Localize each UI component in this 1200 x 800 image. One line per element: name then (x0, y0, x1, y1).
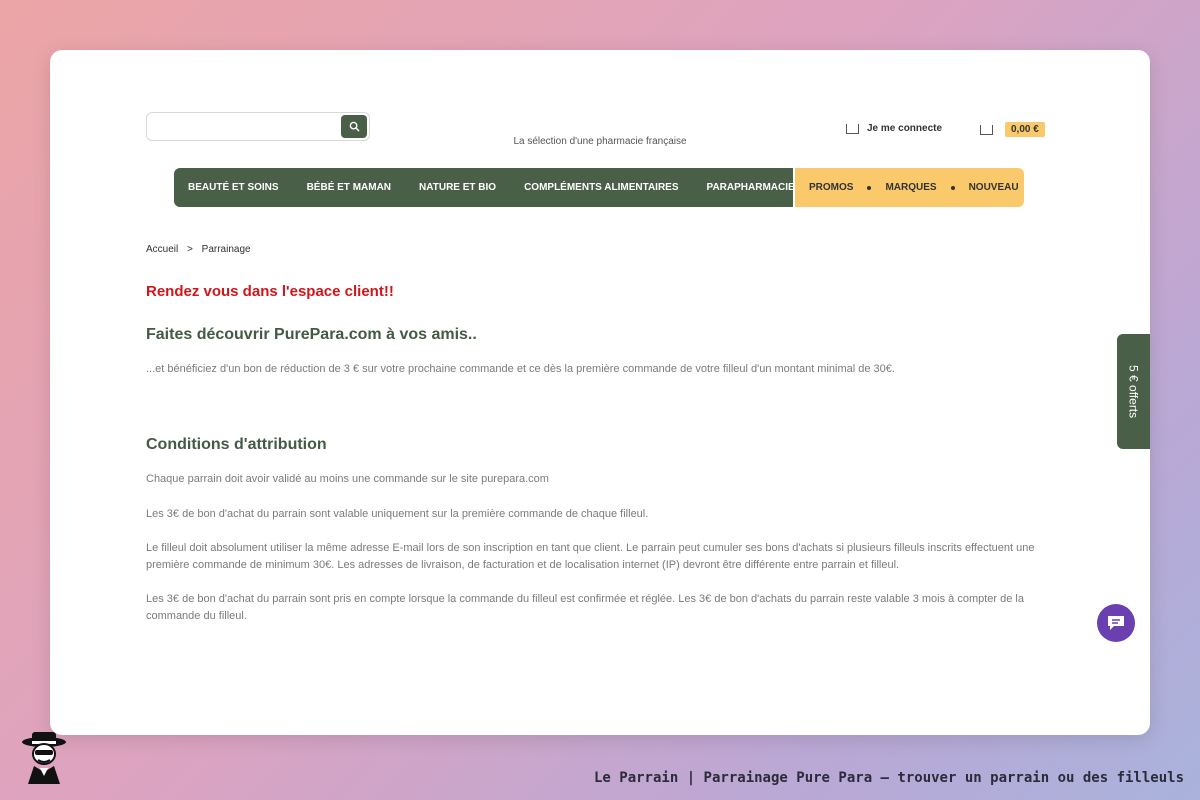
site-tagline: La sélection d'une pharmacie française (513, 136, 687, 147)
nav-item-parapharmacie[interactable]: PARAPHARMACIE (707, 182, 795, 193)
user-icon (846, 123, 859, 134)
nav-separator (950, 185, 955, 190)
nav-categories: BEAUTÉ ET SOINS BÉBÉ ET MAMAN NATURE ET … (174, 168, 795, 207)
page-caption: Le Parrain | Parrainage Pure Para — trou… (593, 770, 1184, 786)
main-navigation: BEAUTÉ ET SOINS BÉBÉ ET MAMAN NATURE ET … (174, 168, 1024, 207)
account-label: Je me connecte (867, 123, 943, 134)
referral-offer-tab[interactable]: 5 € offerts (1117, 334, 1150, 449)
cart-button[interactable]: 0,00 € (980, 122, 1045, 137)
nav-item-bebe[interactable]: BÉBÉ ET MAMAN (307, 182, 391, 193)
breadcrumb-current: Parrainage (201, 244, 251, 255)
mascot-logo (22, 732, 66, 784)
referral-offer-label: 5 € offerts (1126, 364, 1141, 419)
nav-item-complements[interactable]: COMPLÉMENTS ALIMENTAIRES (524, 182, 678, 193)
nav-item-beaute[interactable]: BEAUTÉ ET SOINS (188, 182, 279, 193)
chat-icon (1108, 616, 1124, 630)
intro-text: ...et bénéficiez d'un bon de réduction d… (146, 363, 895, 375)
nav-item-marques[interactable]: MARQUES (885, 182, 936, 193)
chat-button[interactable] (1097, 604, 1135, 642)
account-link[interactable]: Je me connecte (846, 123, 942, 134)
condition-paragraph: Le filleul doit absolument utiliser la m… (146, 542, 1035, 571)
cart-total: 0,00 € (1005, 122, 1045, 137)
nav-item-nouveau[interactable]: NOUVEAU (969, 182, 1019, 193)
condition-paragraph: Les 3€ de bon d'achat du parrain sont va… (146, 508, 649, 520)
breadcrumb-separator: > (187, 244, 193, 255)
client-area-notice: Rendez vous dans l'espace client!! (146, 283, 394, 300)
page-title: Faites découvrir PurePara.com à vos amis… (146, 326, 477, 343)
condition-paragraph: Chaque parrain doit avoir validé au moin… (146, 473, 549, 485)
conditions-heading: Conditions d'attribution (146, 436, 327, 453)
breadcrumb: Accueil > Parrainage (146, 244, 251, 255)
search-icon (349, 121, 360, 132)
nav-item-promos[interactable]: PROMOS (809, 182, 853, 193)
nav-promotions: PROMOS MARQUES NOUVEAU (793, 168, 1024, 207)
browser-card: La sélection d'une pharmacie française J… (50, 50, 1150, 735)
search-button[interactable] (341, 115, 367, 138)
condition-paragraph: Les 3€ de bon d'achat du parrain sont pr… (146, 593, 1024, 622)
breadcrumb-home[interactable]: Accueil (146, 244, 178, 255)
nav-separator (867, 185, 872, 190)
cart-icon (980, 124, 993, 135)
nav-item-nature[interactable]: NATURE ET BIO (419, 182, 496, 193)
